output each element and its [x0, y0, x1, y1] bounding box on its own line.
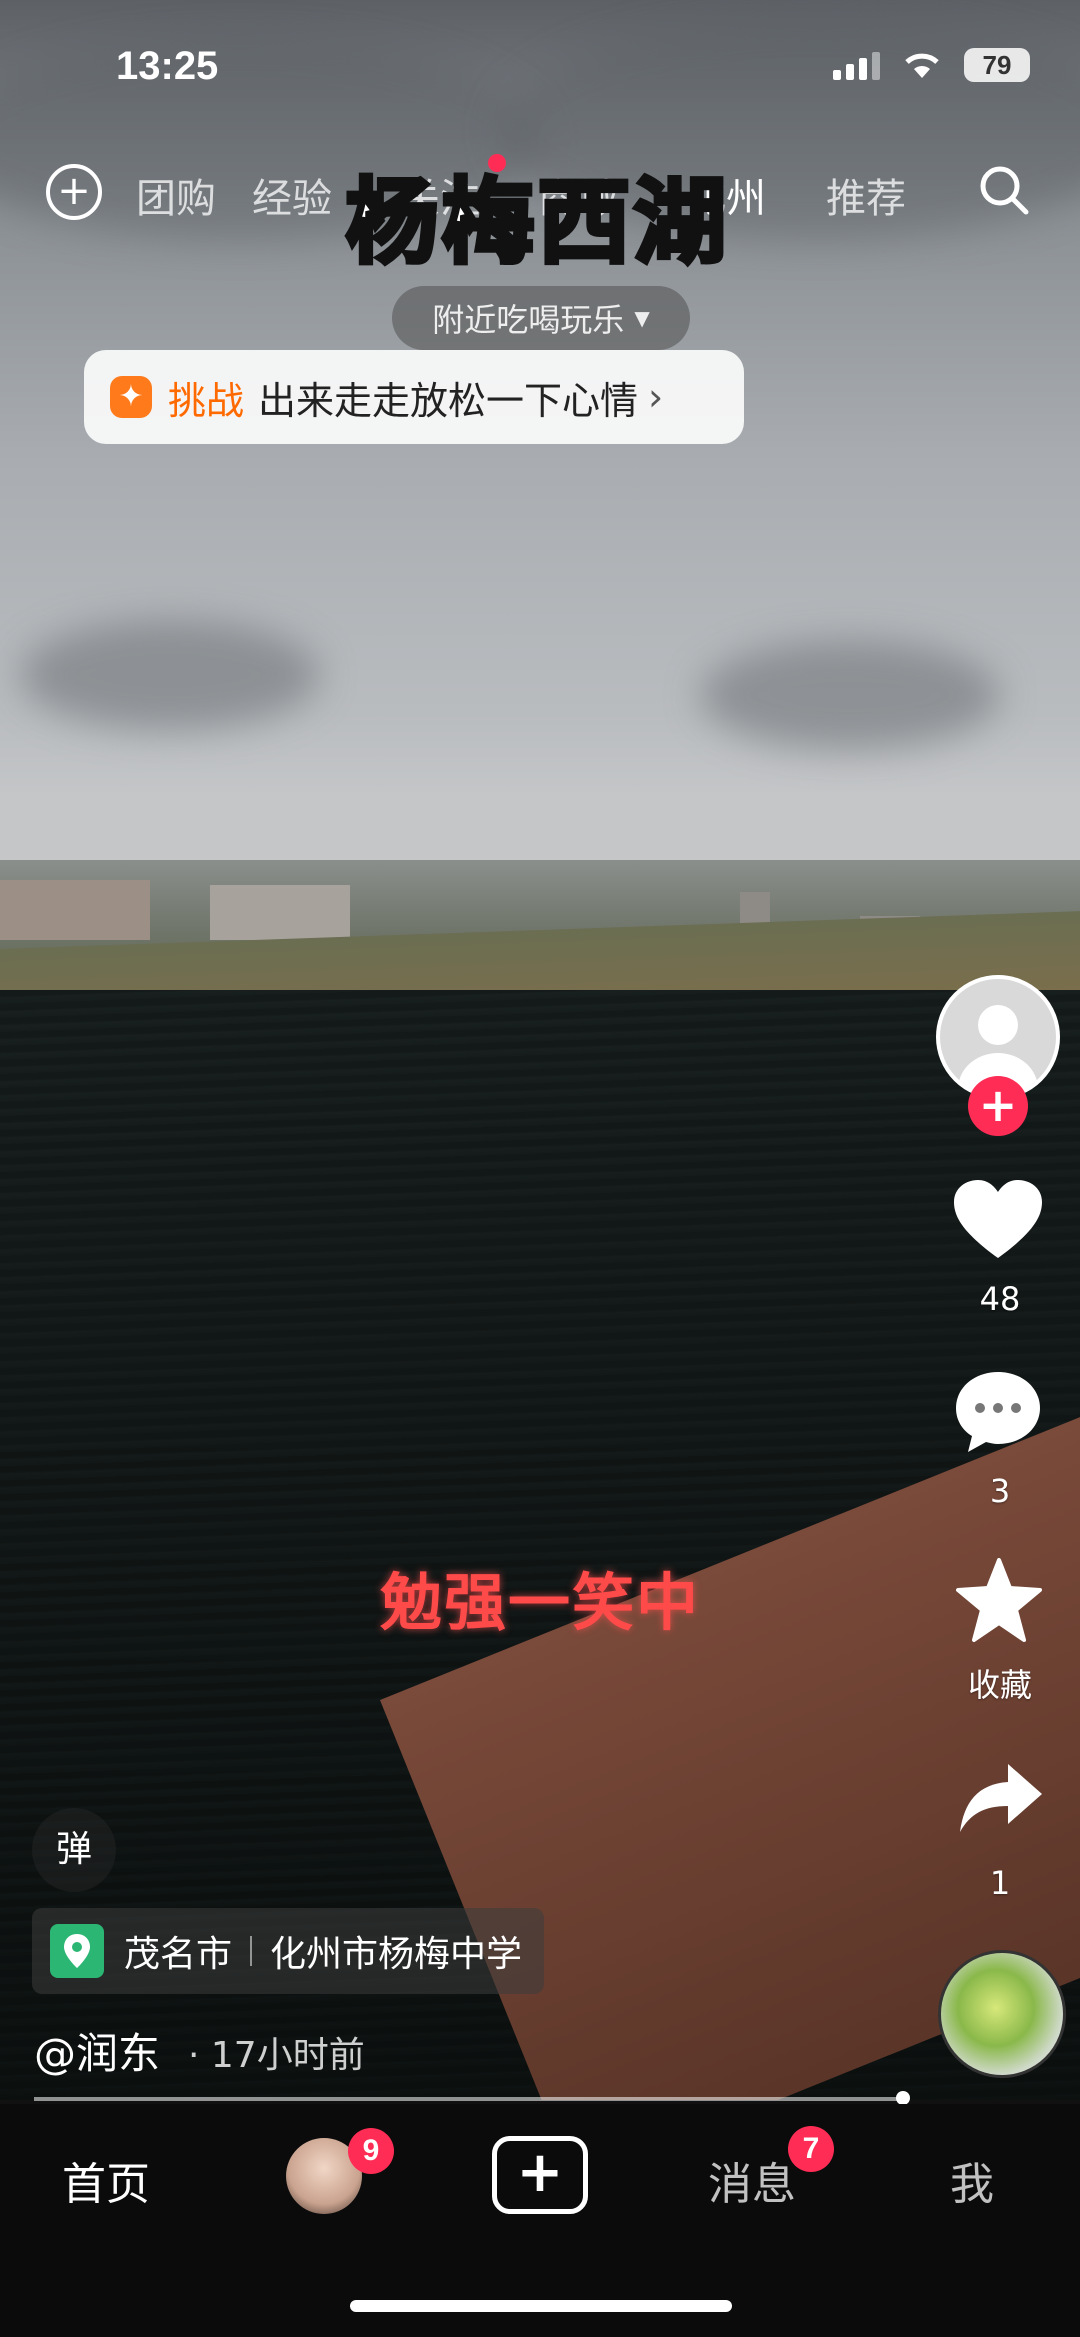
tab-experience[interactable]: 经验 — [252, 166, 332, 224]
heart-icon[interactable] — [952, 1178, 1044, 1262]
dropdown-icon: ▼ — [634, 306, 650, 330]
nav-me[interactable]: 我 — [950, 2148, 994, 2212]
nav-messages[interactable]: 消息 — [708, 2148, 796, 2212]
progress-handle[interactable] — [895, 2091, 910, 2105]
post-time: · 17小时前 — [188, 2035, 365, 2076]
favorite-label: 收藏 — [967, 1666, 1032, 1704]
video-caption: 勉强一笑中 — [380, 1566, 701, 1639]
friends-badge: 9 — [348, 2128, 394, 2174]
status-icons: 79 — [833, 48, 1030, 82]
signal-icon — [833, 50, 880, 80]
follow-button[interactable]: + — [968, 1076, 1028, 1136]
danmu-toggle[interactable]: 弹 — [32, 1808, 116, 1892]
challenge-banner[interactable]: ✦ 挑战 出来走走放松一下心情 › — [84, 350, 744, 444]
wifi-icon — [905, 53, 939, 78]
separator — [250, 1936, 253, 1966]
nearby-pill[interactable]: 附近吃喝玩乐 ▼ — [392, 286, 690, 350]
location-pin-icon — [50, 1924, 104, 1978]
create-plus-icon[interactable]: + — [492, 2136, 588, 2214]
video-progress-bar[interactable] — [34, 2097, 903, 2101]
comment-icon[interactable] — [952, 1368, 1044, 1456]
battery-indicator: 79 — [964, 48, 1030, 82]
author-name[interactable]: @润东 — [34, 2020, 160, 2081]
home-indicator[interactable] — [350, 2300, 732, 2312]
notification-dot — [488, 154, 506, 172]
tab-tuangou[interactable]: 团购 — [136, 166, 216, 224]
challenge-text: 出来走走放松一下心情 — [258, 378, 639, 423]
challenge-icon: ✦ — [110, 376, 152, 418]
nearby-label: 附近吃喝玩乐 — [432, 301, 625, 339]
music-disc[interactable] — [938, 1950, 1066, 2078]
tab-recommend[interactable]: 推荐 — [826, 166, 906, 224]
location-place: 化州市杨梅中学 — [270, 1934, 523, 1975]
add-circle-icon[interactable]: + — [46, 164, 102, 220]
star-icon[interactable] — [956, 1558, 1042, 1642]
like-count: 48 — [979, 1280, 1021, 1318]
share-count: 1 — [989, 1864, 1011, 1902]
comment-count: 3 — [989, 1472, 1011, 1510]
chevron-right-icon: › — [648, 375, 664, 419]
nav-home[interactable]: 首页 — [62, 2148, 150, 2212]
location-tag[interactable]: 茂名市 化州市杨梅中学 — [32, 1908, 545, 1994]
messages-badge: 7 — [788, 2126, 834, 2172]
location-city: 茂名市 — [124, 1934, 233, 1975]
video-title-overlay: 杨梅西湖 — [343, 167, 731, 279]
share-icon[interactable] — [958, 1762, 1044, 1834]
challenge-label: 挑战 — [168, 378, 245, 423]
status-time: 13:25 — [116, 44, 219, 88]
search-icon[interactable] — [976, 162, 1032, 218]
